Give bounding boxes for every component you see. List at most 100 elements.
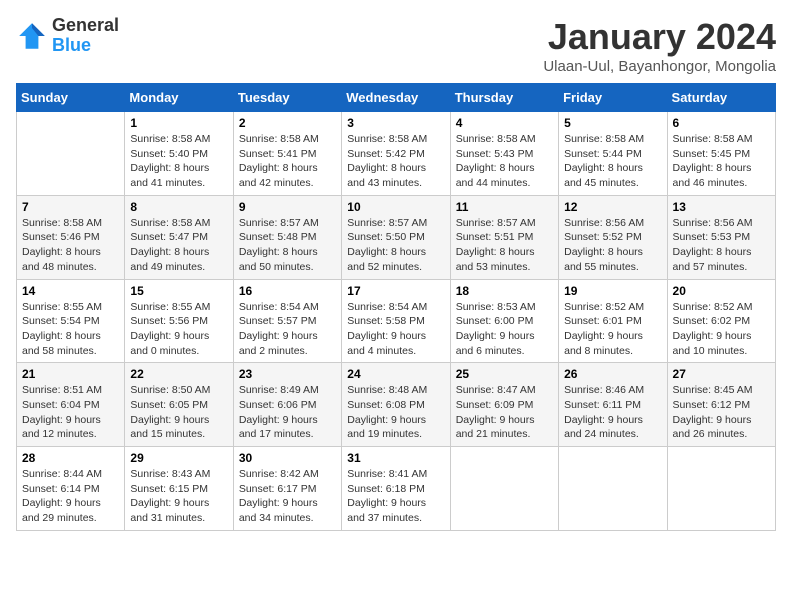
calendar-cell: 26Sunrise: 8:46 AMSunset: 6:11 PMDayligh…	[559, 363, 667, 447]
calendar-week-row: 14Sunrise: 8:55 AMSunset: 5:54 PMDayligh…	[17, 279, 776, 363]
calendar-subtitle: Ulaan-Uul, Bayanhongor, Mongolia	[543, 58, 776, 75]
calendar-cell: 11 Sunrise: 8:57 AMSunset: 5:51 PMDayligh…	[450, 195, 558, 279]
weekday-header-wednesday: Wednesday	[342, 84, 450, 112]
calendar-cell: 24Sunrise: 8:48 AMSunset: 6:08 PMDayligh…	[342, 363, 450, 447]
calendar-cell: 9 Sunrise: 8:57 AMSunset: 5:48 PMDaylight…	[233, 195, 341, 279]
weekday-header-friday: Friday	[559, 84, 667, 112]
day-info: Sunrise: 8:58 AMSunset: 5:43 PMDaylight:…	[456, 132, 553, 191]
calendar-week-row: 28 Sunrise: 8:44 AMSunset: 6:14 PMDayligh…	[17, 447, 776, 531]
logo: General Blue	[16, 16, 119, 56]
day-number: 14	[22, 284, 119, 298]
calendar-cell: 12 Sunrise: 8:56 AMSunset: 5:52 PMDayligh…	[559, 195, 667, 279]
day-info: Sunrise: 8:42 AMSunset: 6:17 PMDaylight:…	[239, 467, 336, 526]
logo-general-text: General	[52, 16, 119, 36]
day-info: Sunrise: 8:55 AMSunset: 5:56 PMDaylight:…	[130, 300, 227, 359]
day-info: Sunrise: 8:56 AMSunset: 5:53 PMDaylight:…	[673, 216, 770, 275]
day-info: Sunrise: 8:48 AMSunset: 6:08 PMDaylight:…	[347, 383, 444, 442]
calendar-cell: 10 Sunrise: 8:57 AMSunset: 5:50 PMDayligh…	[342, 195, 450, 279]
calendar-week-row: 7 Sunrise: 8:58 AMSunset: 5:46 PMDaylight…	[17, 195, 776, 279]
day-number: 10	[347, 200, 444, 214]
day-number: 11	[456, 200, 553, 214]
calendar-cell: 29 Sunrise: 8:43 AMSunset: 6:15 PMDayligh…	[125, 447, 233, 531]
day-number: 9	[239, 200, 336, 214]
calendar-cell	[559, 447, 667, 531]
weekday-header-tuesday: Tuesday	[233, 84, 341, 112]
day-info: Sunrise: 8:49 AMSunset: 6:06 PMDaylight:…	[239, 383, 336, 442]
day-number: 22	[130, 367, 227, 381]
calendar-cell: 7 Sunrise: 8:58 AMSunset: 5:46 PMDaylight…	[17, 195, 125, 279]
calendar-cell: 14Sunrise: 8:55 AMSunset: 5:54 PMDayligh…	[17, 279, 125, 363]
calendar-week-row: 21 Sunrise: 8:51 AMSunset: 6:04 PMDayligh…	[17, 363, 776, 447]
calendar-cell: 4 Sunrise: 8:58 AMSunset: 5:43 PMDaylight…	[450, 112, 558, 196]
day-number: 8	[130, 200, 227, 214]
day-number: 19	[564, 284, 661, 298]
calendar-cell: 15 Sunrise: 8:55 AMSunset: 5:56 PMDayligh…	[125, 279, 233, 363]
calendar-cell: 21 Sunrise: 8:51 AMSunset: 6:04 PMDayligh…	[17, 363, 125, 447]
day-number: 12	[564, 200, 661, 214]
calendar-cell: 17 Sunrise: 8:54 AMSunset: 5:58 PMDayligh…	[342, 279, 450, 363]
day-number: 5	[564, 116, 661, 130]
day-info: Sunrise: 8:54 AMSunset: 5:58 PMDaylight:…	[347, 300, 444, 359]
day-info: Sunrise: 8:58 AMSunset: 5:41 PMDaylight:…	[239, 132, 336, 191]
calendar-cell: 20Sunrise: 8:52 AMSunset: 6:02 PMDayligh…	[667, 279, 775, 363]
calendar-cell: 22Sunrise: 8:50 AMSunset: 6:05 PMDayligh…	[125, 363, 233, 447]
calendar-cell: 8 Sunrise: 8:58 AMSunset: 5:47 PMDaylight…	[125, 195, 233, 279]
day-number: 21	[22, 367, 119, 381]
day-info: Sunrise: 8:57 AMSunset: 5:51 PMDaylight:…	[456, 216, 553, 275]
day-number: 30	[239, 451, 336, 465]
calendar-cell: 30 Sunrise: 8:42 AMSunset: 6:17 PMDayligh…	[233, 447, 341, 531]
day-info: Sunrise: 8:46 AMSunset: 6:11 PMDaylight:…	[564, 383, 661, 442]
day-info: Sunrise: 8:58 AMSunset: 5:46 PMDaylight:…	[22, 216, 119, 275]
day-number: 18	[456, 284, 553, 298]
logo-text: General Blue	[52, 16, 119, 56]
day-info: Sunrise: 8:57 AMSunset: 5:48 PMDaylight:…	[239, 216, 336, 275]
calendar-cell: 2 Sunrise: 8:58 AMSunset: 5:41 PMDaylight…	[233, 112, 341, 196]
day-info: Sunrise: 8:56 AMSunset: 5:52 PMDaylight:…	[564, 216, 661, 275]
day-number: 2	[239, 116, 336, 130]
calendar-cell: 28 Sunrise: 8:44 AMSunset: 6:14 PMDayligh…	[17, 447, 125, 531]
weekday-header-thursday: Thursday	[450, 84, 558, 112]
day-info: Sunrise: 8:52 AMSunset: 6:01 PMDaylight:…	[564, 300, 661, 359]
day-info: Sunrise: 8:58 AMSunset: 5:40 PMDaylight:…	[130, 132, 227, 191]
calendar-cell: 23 Sunrise: 8:49 AMSunset: 6:06 PMDayligh…	[233, 363, 341, 447]
day-info: Sunrise: 8:43 AMSunset: 6:15 PMDaylight:…	[130, 467, 227, 526]
calendar-cell: 1 Sunrise: 8:58 AMSunset: 5:40 PMDaylight…	[125, 112, 233, 196]
weekday-header-saturday: Saturday	[667, 84, 775, 112]
day-number: 1	[130, 116, 227, 130]
calendar-cell: 27 Sunrise: 8:45 AMSunset: 6:12 PMDayligh…	[667, 363, 775, 447]
calendar-cell: 25 Sunrise: 8:47 AMSunset: 6:09 PMDayligh…	[450, 363, 558, 447]
logo-icon	[16, 20, 48, 52]
calendar-cell	[450, 447, 558, 531]
day-number: 27	[673, 367, 770, 381]
calendar-body: 1 Sunrise: 8:58 AMSunset: 5:40 PMDaylight…	[17, 112, 776, 531]
weekday-header-monday: Monday	[125, 84, 233, 112]
calendar-week-row: 1 Sunrise: 8:58 AMSunset: 5:40 PMDaylight…	[17, 112, 776, 196]
calendar-cell: 3Sunrise: 8:58 AMSunset: 5:42 PMDaylight…	[342, 112, 450, 196]
weekday-header-row: SundayMondayTuesdayWednesdayThursdayFrid…	[17, 84, 776, 112]
calendar-table: SundayMondayTuesdayWednesdayThursdayFrid…	[16, 83, 776, 531]
day-number: 28	[22, 451, 119, 465]
day-number: 23	[239, 367, 336, 381]
day-info: Sunrise: 8:47 AMSunset: 6:09 PMDaylight:…	[456, 383, 553, 442]
day-number: 17	[347, 284, 444, 298]
calendar-cell: 16Sunrise: 8:54 AMSunset: 5:57 PMDayligh…	[233, 279, 341, 363]
day-info: Sunrise: 8:57 AMSunset: 5:50 PMDaylight:…	[347, 216, 444, 275]
day-info: Sunrise: 8:58 AMSunset: 5:47 PMDaylight:…	[130, 216, 227, 275]
day-number: 7	[22, 200, 119, 214]
day-number: 4	[456, 116, 553, 130]
day-info: Sunrise: 8:44 AMSunset: 6:14 PMDaylight:…	[22, 467, 119, 526]
day-info: Sunrise: 8:58 AMSunset: 5:45 PMDaylight:…	[673, 132, 770, 191]
day-number: 15	[130, 284, 227, 298]
calendar-title: January 2024	[543, 16, 776, 58]
weekday-header-sunday: Sunday	[17, 84, 125, 112]
calendar-cell	[17, 112, 125, 196]
calendar-cell: 31Sunrise: 8:41 AMSunset: 6:18 PMDayligh…	[342, 447, 450, 531]
day-number: 25	[456, 367, 553, 381]
day-info: Sunrise: 8:51 AMSunset: 6:04 PMDaylight:…	[22, 383, 119, 442]
title-block: January 2024 Ulaan-Uul, Bayanhongor, Mon…	[543, 16, 776, 75]
day-number: 29	[130, 451, 227, 465]
day-info: Sunrise: 8:45 AMSunset: 6:12 PMDaylight:…	[673, 383, 770, 442]
day-number: 20	[673, 284, 770, 298]
day-number: 3	[347, 116, 444, 130]
day-info: Sunrise: 8:58 AMSunset: 5:44 PMDaylight:…	[564, 132, 661, 191]
